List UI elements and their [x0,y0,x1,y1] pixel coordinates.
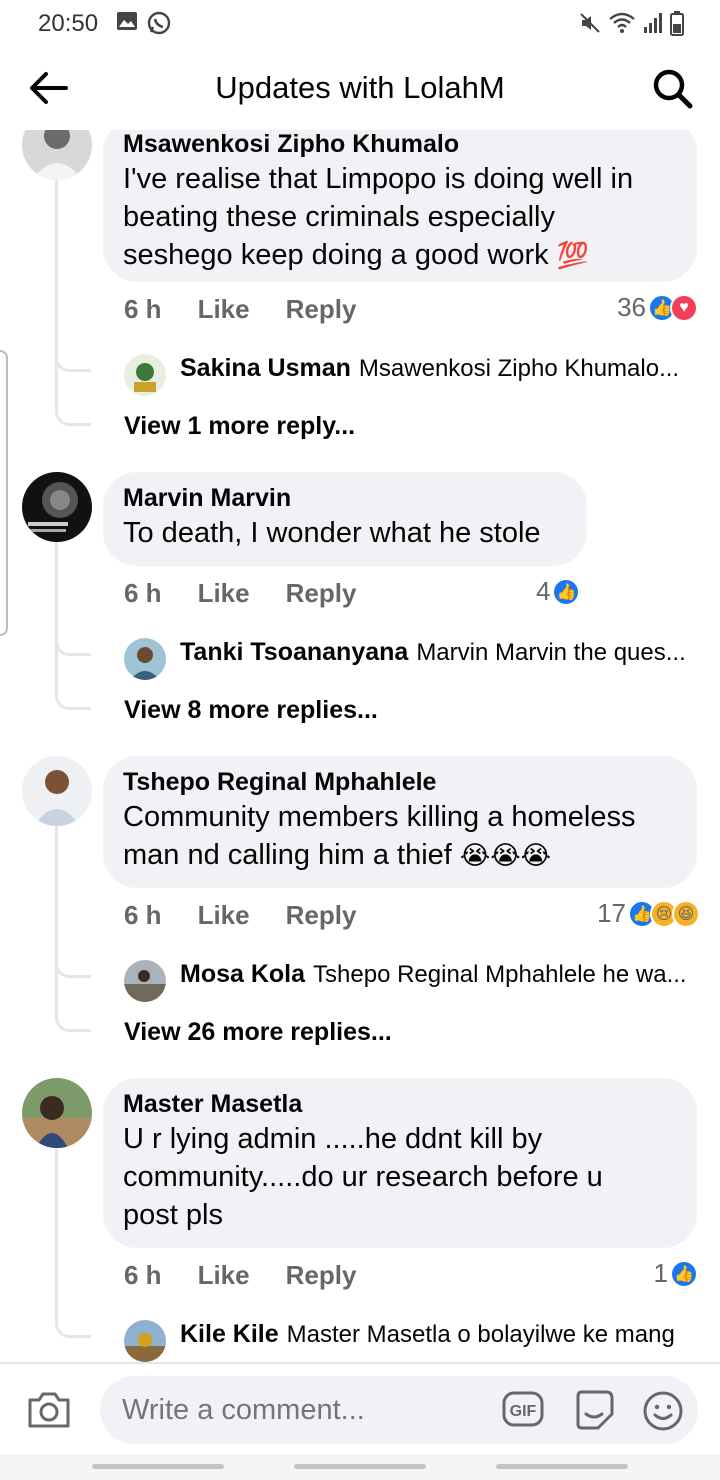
view-more-replies[interactable]: View 8 more replies... [124,696,378,725]
gallery-icon [117,12,137,30]
reaction-count: 1 [653,1258,668,1288]
like-button[interactable]: Like [198,1260,250,1291]
like-reaction-icon: 👍 [670,1259,698,1288]
reaction-summary[interactable]: 4 👍 [536,576,581,607]
comments-list: Msawenkosi Zipho Khumalo I've realise th… [0,130,720,1362]
reply-preview[interactable]: Kile Kile Master Masetla o bolayilwe ke … [124,1320,675,1362]
reply-author[interactable]: Mosa Kola [180,960,305,989]
reaction-count: 17 [597,898,626,928]
emoji-icon[interactable] [642,1390,684,1432]
thread-line [55,330,91,426]
comment-bubble[interactable]: Master Masetla U r lying admin .....he d… [103,1078,697,1248]
back-gesture-bar[interactable] [496,1464,628,1469]
whatsapp-icon [147,11,171,35]
avatar[interactable] [22,130,92,180]
hundred-points-emoji: 💯 [556,240,590,270]
comment-text: Community members killing a homeless man… [123,801,636,871]
comment-bubble[interactable]: Msawenkosi Zipho Khumalo I've realise th… [103,130,697,282]
comment-bubble[interactable]: Tshepo Reginal Mphahlele Community membe… [103,756,697,888]
avatar [124,354,166,396]
comment-text: U r lying admin .....he ddnt kill by com… [123,1123,603,1231]
thread-line [55,1148,91,1338]
gif-label: GIF [510,1403,537,1420]
search-icon[interactable] [650,66,694,110]
comment-bubble[interactable]: Marvin Marvin To death, I wonder what he… [103,472,587,566]
wifi-icon [609,12,635,33]
reply-button[interactable]: Reply [286,1260,357,1291]
battery-icon [670,11,684,36]
reply-author[interactable]: Sakina Usman [180,354,351,383]
thread-line [55,936,91,1032]
comment-author[interactable]: Marvin Marvin [123,482,567,514]
love-reaction-icon: ♥ [670,293,698,322]
crying-emoji: 😭😭😭 [459,840,552,870]
avatar[interactable] [22,472,92,542]
comment-actions: 6 h Like Reply [124,294,356,325]
comment-actions: 6 h Like Reply [124,578,356,609]
avatar [124,638,166,680]
like-button[interactable]: Like [198,900,250,931]
status-bar: 20:50 [0,0,720,46]
reply-button[interactable]: Reply [286,900,357,931]
reply-text: Marvin Marvin the ques... [416,638,686,666]
avatar[interactable] [22,1078,92,1148]
avatar [124,960,166,1002]
reply-preview[interactable]: Sakina Usman Msawenkosi Zipho Khumalo... [124,354,680,396]
comment-time: 6 h [124,1260,162,1290]
comment-text: To death, I wonder what he stole [123,517,541,549]
comment-text: I've realise that Limpopo is doing well … [123,163,634,271]
reaction-count: 4 [536,576,551,606]
reaction-summary[interactable]: 1 👍 [654,1258,698,1289]
like-reaction-icon: 👍 [552,577,581,606]
reaction-count: 36 [617,292,646,322]
view-more-replies[interactable]: View 1 more reply... [124,412,355,441]
sticker-icon[interactable] [572,1388,616,1432]
signal-icon [644,13,662,33]
thread-line [55,614,91,710]
reply-text: Master Masetla o bolayilwe ke mang [286,1320,675,1348]
comment-time: 6 h [124,294,162,324]
edge-panel-handle[interactable] [0,350,8,636]
like-button[interactable]: Like [198,294,250,325]
camera-icon[interactable] [26,1390,72,1430]
view-more-replies[interactable]: View 26 more replies... [124,1018,392,1047]
comment-author[interactable]: Tshepo Reginal Mphahlele [123,766,677,798]
home-gesture-bar[interactable] [294,1464,426,1469]
comment-time: 6 h [124,578,162,608]
comment-author[interactable]: Master Masetla [123,1088,677,1120]
reply-preview[interactable]: Mosa Kola Tshepo Reginal Mphahlele he wa… [124,960,687,1002]
comment-actions: 6 h Like Reply [124,1260,356,1291]
reply-preview[interactable]: Tanki Tsoananyana Marvin Marvin the ques… [124,638,686,680]
reaction-summary[interactable]: 36 👍 ♥ [617,292,698,323]
gif-icon[interactable]: GIF [502,1389,544,1429]
header: Updates with LolahM [0,46,720,130]
comment-composer: GIF [0,1362,720,1454]
reaction-summary[interactable]: 17 👍 😢 😆 [597,898,700,929]
haha-reaction-icon: 😆 [672,899,700,928]
comment-time: 6 h [124,900,162,930]
reply-author[interactable]: Tanki Tsoananyana [180,638,408,667]
avatar[interactable] [22,756,92,826]
like-button[interactable]: Like [198,578,250,609]
system-nav-bar [0,1454,720,1480]
page-title: Updates with LolahM [215,70,505,105]
avatar [124,1320,166,1362]
reply-text: Msawenkosi Zipho Khumalo... [358,354,680,382]
reply-button[interactable]: Reply [286,294,357,325]
comment-author[interactable]: Msawenkosi Zipho Khumalo [123,130,677,160]
recents-gesture-bar[interactable] [92,1464,224,1469]
reply-text: Tshepo Reginal Mphahlele he wa... [313,960,687,988]
reply-button[interactable]: Reply [286,578,357,609]
comment-actions: 6 h Like Reply [124,900,356,931]
mute-icon [580,13,600,33]
reply-author[interactable]: Kile Kile [180,1320,279,1349]
status-time: 20:50 [38,10,99,37]
